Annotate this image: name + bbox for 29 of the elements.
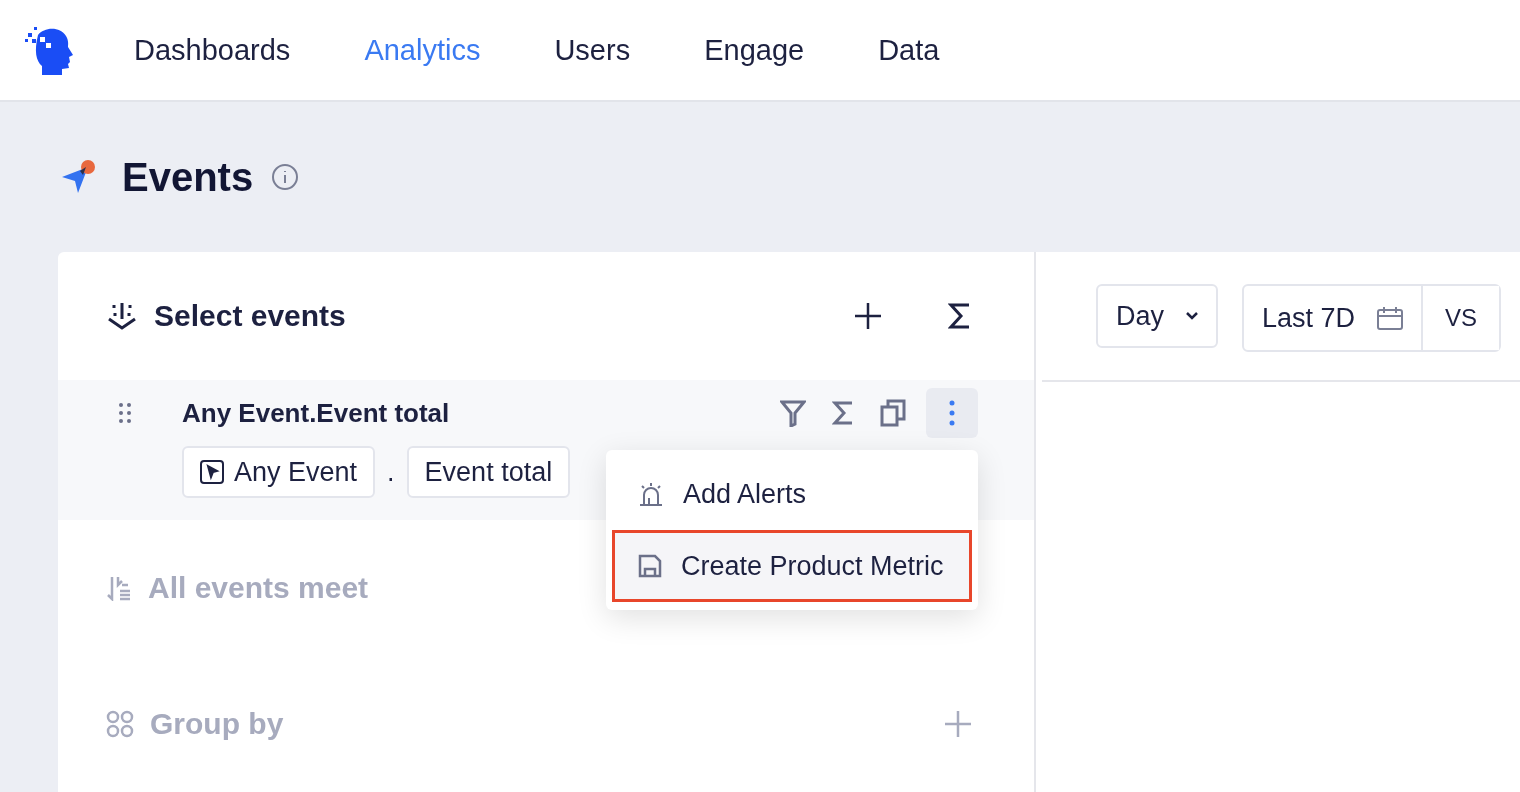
save-icon — [637, 553, 663, 579]
measure-selector[interactable]: Event total — [406, 446, 571, 498]
interval-dropdown[interactable]: Day — [1096, 284, 1218, 348]
event-selector[interactable]: Any Event — [182, 446, 376, 498]
info-icon[interactable] — [271, 163, 300, 191]
nav-tab[interactable]: Users — [554, 33, 631, 67]
chevron-down-icon — [1186, 312, 1198, 320]
event-name: Any Event.Event total — [182, 397, 451, 429]
separator-dot: . — [387, 456, 395, 488]
nav-tab[interactable]: Data — [878, 33, 940, 67]
conditions-label: All events meet — [148, 571, 370, 605]
sort-icon — [106, 575, 132, 601]
compare-button[interactable]: VS — [1421, 286, 1500, 350]
cursor-icon — [200, 460, 224, 484]
group-by-label: Group by — [150, 707, 285, 741]
nav-tab[interactable]: Engage — [704, 33, 805, 67]
menu-item[interactable]: Add Alerts — [612, 458, 972, 530]
navigation-arrow-icon — [60, 159, 96, 195]
section-title: Select events — [154, 299, 347, 333]
drag-handle-icon[interactable] — [118, 402, 132, 424]
nav-tab[interactable]: Analytics — [364, 33, 481, 67]
menu-item[interactable]: Create Product Metric — [612, 530, 972, 602]
more-icon — [949, 400, 955, 426]
group-icon — [106, 710, 134, 738]
alarm-icon — [637, 480, 665, 508]
event-select-icon — [106, 301, 138, 331]
calendar-icon — [1377, 306, 1404, 330]
page-title: Events — [122, 154, 254, 200]
nav-tab[interactable]: Dashboards — [134, 33, 291, 67]
